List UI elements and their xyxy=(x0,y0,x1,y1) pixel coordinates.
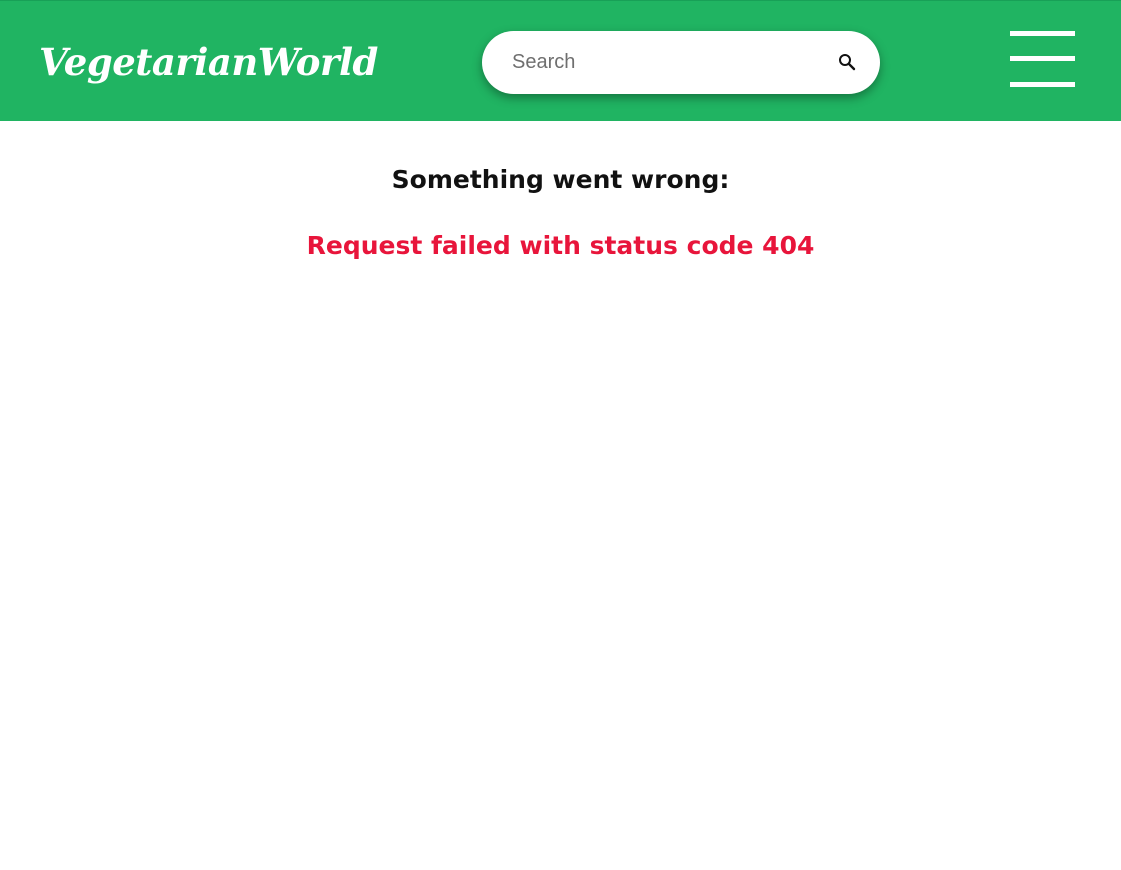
hamburger-menu-icon[interactable] xyxy=(1010,31,1075,88)
menu-bar-bottom xyxy=(1010,82,1075,87)
search-bar xyxy=(482,31,880,94)
site-logo[interactable]: VegetarianWorld xyxy=(39,37,378,87)
error-message: Request failed with status code 404 xyxy=(306,231,815,260)
menu-bar-top xyxy=(1010,31,1075,36)
search-icon[interactable] xyxy=(838,53,856,71)
site-header: VegetarianWorld xyxy=(0,0,1121,121)
error-title: Something went wrong: xyxy=(391,165,730,194)
menu-bar-middle xyxy=(1010,56,1075,61)
search-input[interactable] xyxy=(512,31,812,94)
